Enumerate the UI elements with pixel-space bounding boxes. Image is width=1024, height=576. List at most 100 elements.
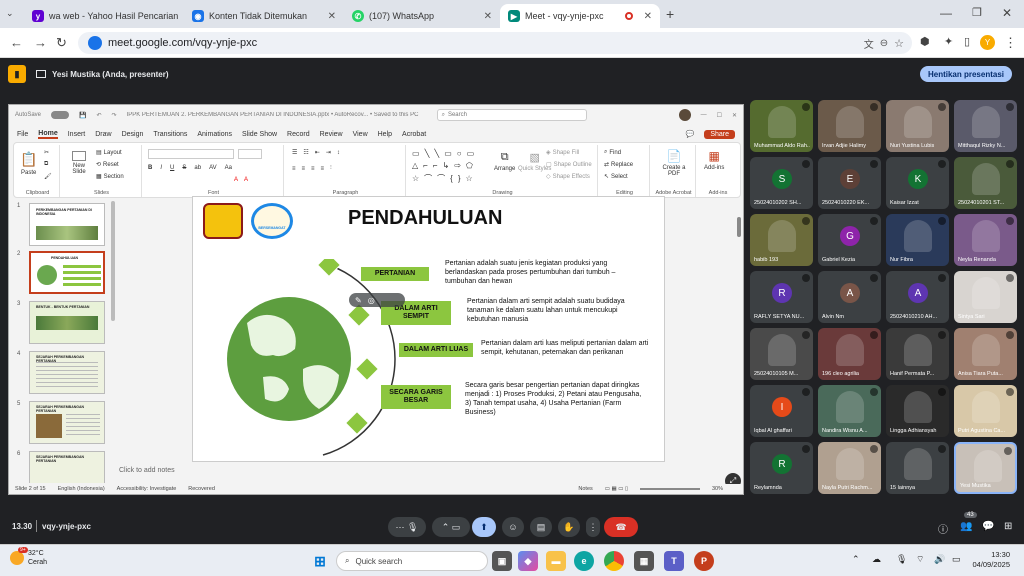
save-icon[interactable]: 💾	[79, 112, 86, 119]
participant-tile[interactable]: Nur Fibra	[886, 214, 949, 266]
list-icons[interactable]: ☰ ☷ ⇤ ⇥ ↕	[292, 149, 340, 157]
store-icon[interactable]: ▦	[634, 551, 654, 571]
participant-tile[interactable]: 196 cleo agrilia	[818, 328, 881, 380]
participant-tile[interactable]: 15 lainnya	[886, 442, 949, 494]
tab-search-icon[interactable]: ⌄	[6, 8, 18, 20]
browser-tab-konten[interactable]: ◉ Konten Tidak Ditemukan ✕	[184, 4, 344, 28]
menu-animations[interactable]: Animations	[197, 131, 232, 138]
menu-help[interactable]: Help	[378, 131, 392, 138]
browser-tab-whatsapp[interactable]: ✆ (107) WhatsApp ✕	[344, 4, 500, 28]
slide-canvas[interactable]: BERSEMANGAT PENDAHULUAN PERTANIAN Pertan…	[192, 196, 665, 462]
participant-tile[interactable]: Mitthaqul Rizky N...	[954, 100, 1017, 152]
participant-tile[interactable]: A 25024010210 AH...	[886, 271, 949, 323]
shapes-gallery[interactable]: ▭ ╲ ╲ ▭ ○ ▭	[412, 149, 474, 158]
font-color-icons[interactable]: AA	[234, 177, 248, 183]
back-icon[interactable]: ←	[10, 35, 23, 50]
autosave-toggle[interactable]	[51, 111, 70, 119]
close-icon[interactable]: ✕	[328, 11, 336, 22]
notes-button[interactable]: Notes	[578, 486, 592, 492]
align-icons[interactable]: ≡ ≡ ≡ ≡ ⫶	[292, 165, 332, 172]
slide-thumbnail-5[interactable]: SEJARAH PERKEMBANGAN PERTANIAN	[29, 401, 105, 444]
format-painter-icon[interactable]: 🖌	[44, 173, 52, 180]
layout-button[interactable]: ▤ Layout	[96, 149, 122, 157]
label-garis-besar[interactable]: SECARA GARIS BESAR	[381, 385, 451, 409]
user-avatar[interactable]	[678, 109, 691, 121]
participant-tile[interactable]: Hanif Permata P...	[886, 328, 949, 380]
copy-icon[interactable]: ⧉	[44, 161, 48, 168]
shape-effects-button[interactable]: ◇ Shape Effects	[546, 173, 590, 181]
text-luas[interactable]: Pertanian dalam arti luas meliputi perta…	[481, 339, 661, 357]
participant-tile[interactable]: Yesi Mustika	[954, 442, 1017, 494]
find-button[interactable]: ⌕ Find	[604, 149, 621, 156]
ppt-close-icon[interactable]: ✕	[732, 112, 737, 119]
zoom-level[interactable]: 30%	[712, 486, 723, 492]
menu-acrobat[interactable]: Acrobat	[402, 131, 426, 138]
participant-tile[interactable]: R Reylamnda	[750, 442, 813, 494]
mic-button[interactable]: ⋯ 🎙	[388, 517, 426, 537]
site-info-icon[interactable]	[88, 36, 102, 50]
slide-scrollbar[interactable]	[737, 217, 741, 237]
menu-icon[interactable]: ⋮	[1004, 35, 1017, 51]
file-explorer-icon[interactable]: ▬	[546, 551, 566, 571]
slide-thumbnail-2[interactable]: PENDAHULUAN	[29, 251, 105, 294]
slide-thumbnail-3[interactable]: BENTUK - BENTUK PERTANIAN	[29, 301, 105, 344]
battery-icon[interactable]: ▭	[952, 554, 961, 565]
puzzle-icon[interactable]: ✦	[944, 35, 953, 48]
participant-tile[interactable]: Lingga Adhiansyah	[886, 385, 949, 437]
menu-review[interactable]: Review	[320, 131, 343, 138]
font-style-icons[interactable]: B I U Sab AV Aa	[148, 165, 232, 171]
new-slide-button[interactable]: New Slide	[68, 151, 90, 175]
zoom-icon[interactable]: ⊖	[880, 38, 888, 49]
section-button[interactable]: ▦ Section	[96, 173, 124, 181]
add-ins-button[interactable]: ▦ Add-ins	[704, 149, 724, 171]
address-bar[interactable]: meet.google.com/vqy-ynje-pxc 文 ⊖ ☆	[78, 32, 912, 54]
slide-thumbnail-4[interactable]: SEJARAH PERKEMBANGAN PERTANIAN	[29, 351, 105, 394]
paste-button[interactable]: 📋 Paste	[20, 151, 37, 176]
menu-view[interactable]: View	[353, 131, 368, 138]
label-pertanian[interactable]: PERTANIAN	[361, 267, 429, 281]
edge-icon[interactable]: e	[574, 551, 594, 571]
undo-icon[interactable]: ↶	[97, 112, 102, 119]
restore-icon[interactable]: ❐	[972, 6, 982, 19]
info-icon[interactable]: ⓘ	[938, 521, 948, 536]
participant-tile[interactable]: A Alvin Nm	[818, 271, 881, 323]
menu-home[interactable]: Home	[38, 130, 58, 139]
replace-button[interactable]: ⇄ Replace	[604, 161, 633, 169]
language-status[interactable]: English (Indonesia)	[58, 486, 105, 492]
font-size-select[interactable]	[238, 149, 262, 159]
more-button[interactable]: ⋮	[586, 517, 600, 537]
sidepanel-icon[interactable]: ▯	[964, 35, 970, 48]
start-icon[interactable]: ⊞	[310, 551, 330, 571]
select-button[interactable]: ↖ Select	[604, 173, 628, 181]
text-sempit[interactable]: Pertanian dalam arti sempit adalah suatu…	[467, 297, 647, 324]
menu-slideshow[interactable]: Slide Show	[242, 131, 277, 138]
chat-icon[interactable]: 💬	[982, 521, 994, 532]
close-icon[interactable]: ✕	[644, 11, 652, 22]
slide-thumbnail-1[interactable]: PERKEMBANGAN PERTANIAN DI INDONESIA	[29, 203, 105, 246]
present-button[interactable]: ⬆	[472, 517, 496, 537]
accessibility-status[interactable]: Accessibility: Investigate	[117, 486, 177, 492]
browser-tab-meet[interactable]: ▶ Meet - vqy-ynje-pxc ✕	[500, 4, 660, 28]
clock[interactable]: 13:30 04/09/2025	[970, 550, 1010, 570]
create-pdf-button[interactable]: 📄 Create a PDF	[658, 149, 690, 177]
cloud-icon[interactable]: ☁	[872, 554, 881, 565]
menu-transitions[interactable]: Transitions	[153, 131, 187, 138]
menu-record[interactable]: Record	[287, 131, 310, 138]
copilot-icon[interactable]: ◆	[518, 551, 538, 571]
close-window-icon[interactable]: ✕	[1002, 6, 1012, 20]
ppt-maximize-icon[interactable]: ☐	[717, 112, 722, 119]
view-icons[interactable]: ▭ ▦ ▭ ▯	[605, 486, 628, 492]
slide-thumbnail-6[interactable]: SEJARAH PERKEMBANGAN PERTANIAN	[29, 451, 105, 483]
bookmark-icon[interactable]: ☆	[894, 37, 904, 50]
wifi-icon[interactable]: ⌔	[916, 554, 924, 565]
comments-icon[interactable]: 💬	[686, 130, 695, 138]
menu-file[interactable]: File	[17, 131, 28, 138]
raise-hand-button[interactable]: ✋	[558, 517, 580, 537]
browser-tab-yahoo[interactable]: y wa web - Yahoo Hasil Pencarian ✕	[24, 4, 184, 28]
participant-tile[interactable]: Nandira Wisnu A...	[818, 385, 881, 437]
avatar[interactable]: Y	[980, 35, 995, 50]
text-pertanian[interactable]: Pertanian adalah suatu jenis kegiatan pr…	[445, 259, 635, 286]
font-family-select[interactable]	[148, 149, 234, 159]
participant-tile[interactable]: R RAFLY SETYA NU...	[750, 271, 813, 323]
participant-tile[interactable]: Nayla Putri Rachm...	[818, 442, 881, 494]
